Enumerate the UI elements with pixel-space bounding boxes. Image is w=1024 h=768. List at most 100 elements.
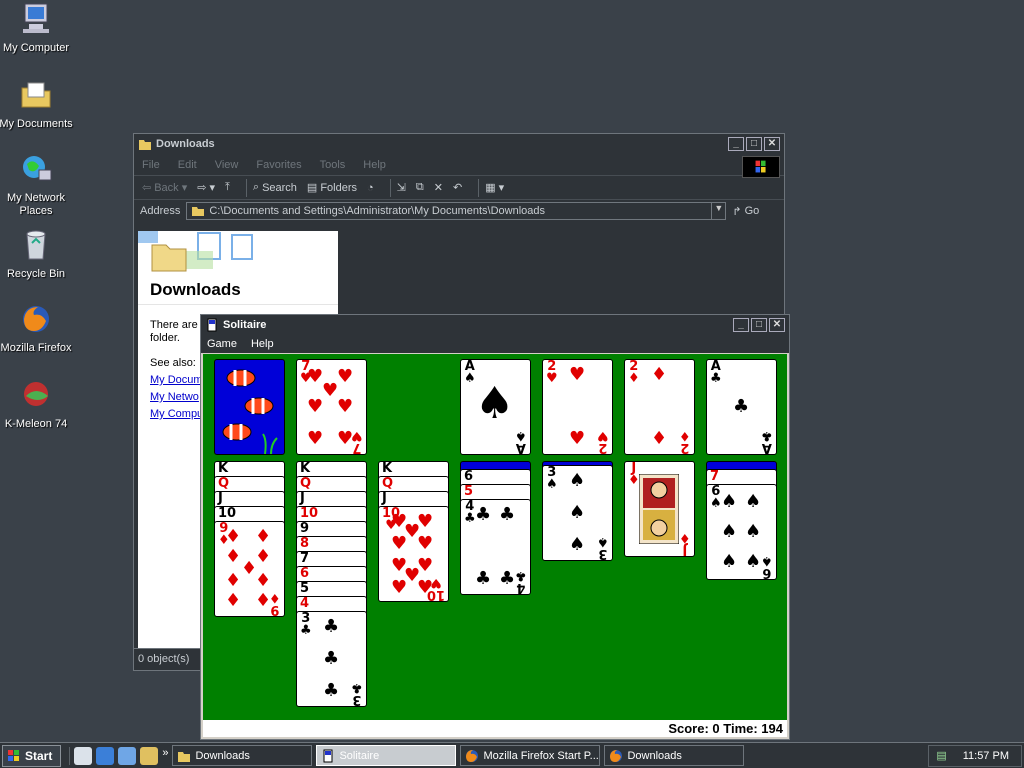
solitaire-icon (323, 749, 333, 762)
views-button[interactable]: ▦ ▾ (485, 181, 504, 194)
tableau-card[interactable]: 4 ♣ ♣ ♣ ♣ ♣ 4 ♣ (460, 499, 531, 595)
windows-logo-icon (8, 749, 19, 761)
ie-icon[interactable] (96, 746, 115, 765)
foundation-spades[interactable]: A ♠ ♠ A ♠ (460, 359, 531, 455)
tableau-card[interactable]: 6 ♠ ♠ ♠ ♠ ♠ ♠ ♠ 6 ♠ (706, 484, 777, 580)
start-button[interactable]: Start (2, 744, 62, 767)
chevron-icon[interactable]: » (162, 747, 168, 765)
copy-to-icon[interactable]: ⧉ (416, 181, 424, 194)
close-button[interactable]: ✕ (769, 318, 785, 332)
taskbar: Start » Downloads Solitaire Mozilla Fire… (0, 742, 1024, 768)
desktop-icon-label: K-Meleon 74 (4, 418, 68, 430)
tableau-card[interactable]: J ♦ J ♦ (624, 461, 695, 557)
tableau-card[interactable]: 3 ♠ ♠ ♠ ♠ 3 ♠ (542, 465, 613, 561)
tableau-card[interactable]: 3 ♣ ♣ ♣ ♣ 3 ♣ (296, 611, 367, 707)
folder-icon (139, 140, 151, 150)
system-tray: ▤ 11:57 PM (928, 744, 1022, 767)
outlook-icon[interactable] (118, 746, 137, 765)
foundation-clubs[interactable]: A ♣ ♣ A ♣ (706, 359, 777, 455)
jack-face-icon (639, 474, 679, 544)
solitaire-titlebar[interactable]: Solitaire _ □ ✕ (201, 315, 789, 335)
address-bar: Address C:\Documents and Settings\Admini… (134, 200, 784, 222)
task-label: Downloads (627, 749, 682, 762)
windows-logo-icon (742, 156, 780, 178)
desktop-icon-label: Mozilla Firefox (0, 342, 72, 354)
folder-icon (178, 751, 191, 762)
desktop-icon-firefox[interactable]: Mozilla Firefox (0, 302, 74, 355)
move-to-icon[interactable]: ⇲ (397, 181, 406, 194)
minimize-button[interactable]: _ (728, 137, 744, 151)
up-folder-icon[interactable]: ⤒ (225, 181, 230, 194)
address-input[interactable]: C:\Documents and Settings\Administrator\… (186, 202, 727, 220)
explorer-menubar: File Edit View Favorites Tools Help (134, 154, 784, 176)
task-firefox-downloads[interactable]: Downloads (604, 745, 745, 766)
folders-button[interactable]: ▤ Folders (306, 181, 358, 195)
desktop-icon-my-computer[interactable]: My Computer (0, 2, 74, 55)
tableau-card[interactable]: 10 ♥ ♥ ♥ ♥ ♥ ♥ ♥ ♥ ♥ ♥ ♥ 10 ♥ (378, 506, 449, 602)
back-label: Back (154, 181, 179, 194)
address-dropdown-icon[interactable]: ▼ (711, 203, 725, 219)
maximize-button[interactable]: □ (746, 137, 762, 151)
menu-game[interactable]: Game (207, 338, 237, 350)
waste-card[interactable]: 7 ♥ ♥ ♥ ♥ ♥ ♥ ♥ ♥ 7 ♥ (296, 359, 367, 455)
show-desktop-icon[interactable] (74, 746, 93, 765)
stock-pile[interactable] (214, 359, 285, 455)
search-icon[interactable] (140, 746, 159, 765)
undo-icon[interactable]: ↶ (453, 181, 462, 194)
firefox-icon (610, 749, 623, 762)
folders-icon: ▤ (306, 182, 318, 194)
delete-icon[interactable]: ✕ (434, 181, 443, 194)
tray-notification-icon[interactable]: ▤ (936, 749, 946, 762)
minimize-button[interactable]: _ (733, 318, 749, 332)
task-downloads-explorer[interactable]: Downloads (172, 745, 313, 766)
history-icon[interactable]: ◔ (367, 182, 374, 194)
task-solitaire[interactable]: Solitaire (316, 745, 457, 766)
address-label: Address (140, 205, 181, 217)
task-label: Downloads (195, 749, 250, 762)
menu-edit[interactable]: Edit (178, 159, 197, 171)
desktop-icon-network-places[interactable]: My Network Places (0, 152, 74, 218)
folders-label: Folders (320, 181, 358, 194)
explorer-toolbar: ⇦ Back ▾ ⇨ ▾ ⤒ ⌕ Search ▤ Folders ◔ ⇲ ⧉ ✕ … (134, 176, 784, 200)
tableau-card[interactable]: 9 ♦ ♦ ♦ ♦ ♦ ♦ ♦ ♦ ♦ ♦ 9 ♦ (214, 521, 285, 617)
window-title: Solitaire (223, 319, 267, 331)
score-time-status: Score: 0 Time: 194 (203, 720, 787, 737)
desktop-icon-my-documents[interactable]: My Documents (0, 78, 74, 131)
start-label: Start (25, 748, 53, 763)
folder-icon (192, 207, 205, 216)
task-label: Mozilla Firefox Start P... (483, 749, 599, 762)
menu-tools[interactable]: Tools (320, 159, 346, 171)
menu-view[interactable]: View (215, 159, 239, 171)
foundation-diamonds[interactable]: 2 ♦ ♦ ♦ 2 ♦ (624, 359, 695, 455)
explorer-titlebar[interactable]: Downloads _ □ ✕ (134, 134, 784, 154)
close-button[interactable]: ✕ (764, 137, 780, 151)
menu-help[interactable]: Help (251, 338, 274, 350)
toolbar-separator (245, 178, 247, 197)
forward-button[interactable]: ⇨ ▾ (197, 181, 215, 194)
desktop-icon-label: My Network Places (6, 192, 66, 217)
solitaire-menubar: Game Help (201, 335, 789, 353)
desktop-icon-recycle-bin[interactable]: Recycle Bin (0, 228, 74, 281)
desktop-icon-label: My Documents (0, 118, 73, 130)
clock[interactable]: 11:57 PM (963, 750, 1009, 762)
panel-title: Downloads (150, 280, 241, 299)
computer-icon (23, 3, 49, 33)
maximize-button[interactable]: □ (751, 318, 767, 332)
window-title: Downloads (156, 138, 215, 150)
folder-banner: Downloads (138, 231, 338, 305)
foundation-hearts[interactable]: 2 ♥ ♥ ♥ 2 ♥ (542, 359, 613, 455)
firefox-icon (466, 749, 479, 762)
game-table[interactable]: 7 ♥ ♥ ♥ ♥ ♥ ♥ ♥ ♥ 7 ♥ A ♠ ♠ A ♠ 2 ♥ ♥ ♥ 2 ♥ 2 ♦ ♦ ♦ … (203, 354, 787, 722)
menu-file[interactable]: File (142, 159, 160, 171)
address-value: C:\Documents and Settings\Administrator\… (209, 205, 545, 217)
task-firefox-start[interactable]: Mozilla Firefox Start P... (460, 745, 601, 766)
back-button[interactable]: ⇦ Back ▾ (142, 181, 187, 195)
status-text: 0 object(s) (138, 653, 190, 665)
solitaire-window[interactable]: Solitaire _ □ ✕ Game Help 7 ♥ ♥ ♥ ♥ ♥ ♥ ♥ ♥ … (200, 314, 790, 740)
menu-help[interactable]: Help (363, 159, 386, 171)
search-button[interactable]: ⌕ Search (253, 181, 297, 194)
task-label: Solitaire (339, 749, 380, 762)
menu-favorites[interactable]: Favorites (256, 159, 301, 171)
go-button[interactable]: ↱ Go (732, 205, 759, 218)
desktop-icon-kmeleon[interactable]: K-Meleon 74 (0, 378, 74, 431)
